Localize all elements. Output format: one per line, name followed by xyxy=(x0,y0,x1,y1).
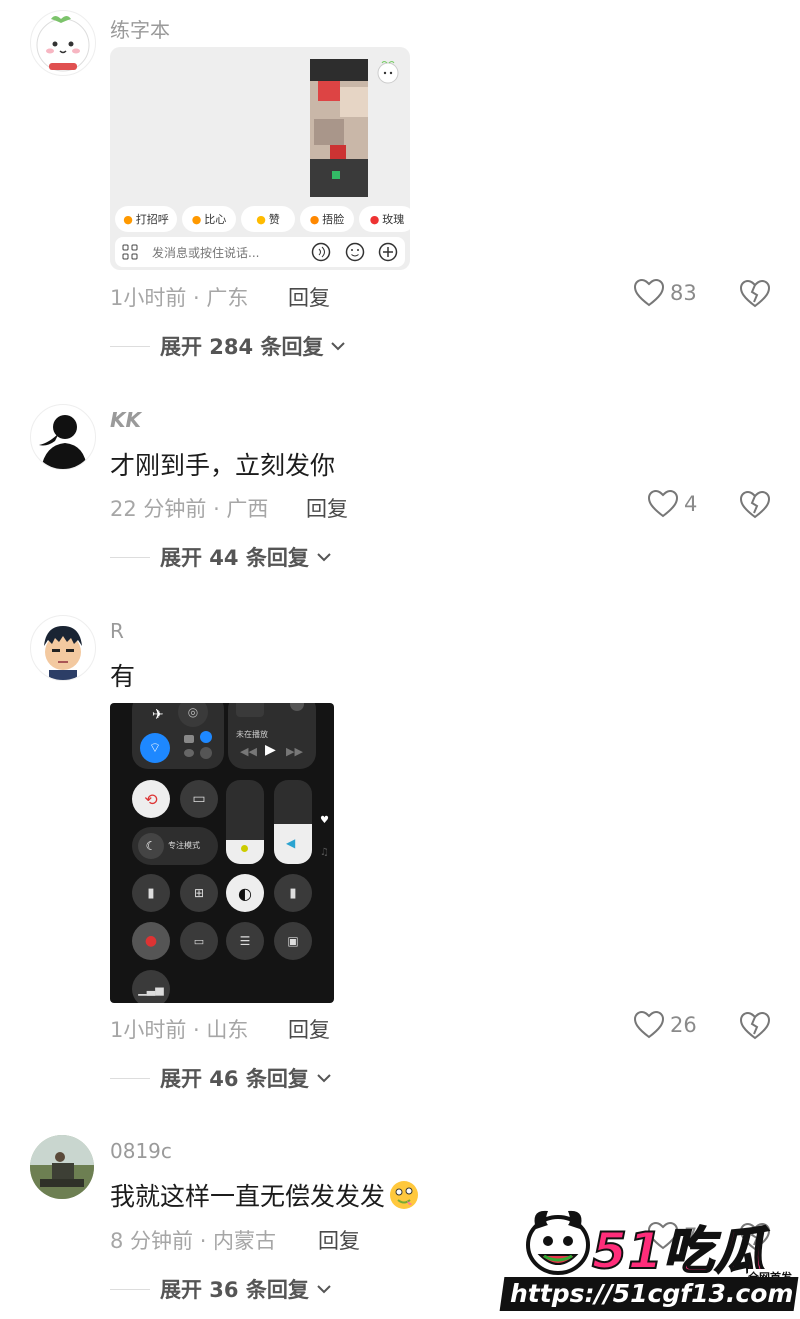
sticker-card[interactable]: ● 打招呼 ● 比心 ● 赞 ● 捂脸 ● 玫瑰 发消息或按住说话... xyxy=(110,47,410,270)
chevron-down-icon xyxy=(317,553,331,562)
plus-icon[interactable] xyxy=(378,242,398,266)
time-location: 8 分钟前 · 内蒙古 xyxy=(110,1229,277,1253)
chip-rose[interactable]: ● 玫瑰 xyxy=(359,206,410,232)
chevron-down-icon xyxy=(317,1074,331,1083)
heart-icon xyxy=(634,1011,664,1039)
username[interactable]: KK xyxy=(110,408,141,432)
torch-icon: ▮ xyxy=(274,874,312,912)
chip-heart[interactable]: ● 比心 xyxy=(182,206,236,232)
comment-text: 才刚到手，立刻发你 xyxy=(110,451,336,480)
emoji-icon[interactable] xyxy=(345,242,365,266)
reply-button[interactable]: 回复 xyxy=(318,1225,360,1255)
expand-replies-button[interactable]: 展开 44 条回复 xyxy=(110,542,333,572)
comment-text: 有 xyxy=(110,662,136,691)
pixelated-image xyxy=(310,59,368,197)
like-count: 4 xyxy=(684,492,698,516)
image-icon: ▣ xyxy=(274,922,312,960)
reply-button[interactable]: 回复 xyxy=(306,493,348,523)
heart-small-icon: ♥ xyxy=(320,815,329,826)
brightness-slider xyxy=(226,780,264,864)
chip-like[interactable]: ● 赞 xyxy=(241,206,295,232)
airplay-icon xyxy=(290,703,304,711)
voice-icon[interactable] xyxy=(311,242,331,266)
reply-button[interactable]: 回复 xyxy=(288,1014,330,1044)
time-location: 1小时前 · 山东 xyxy=(110,1018,249,1042)
chip-facepalm[interactable]: ● 捂脸 xyxy=(300,206,354,232)
expand-replies-button[interactable]: 展开 36 条回复 xyxy=(110,1274,333,1304)
expand-replies-button[interactable]: 展开 284 条回复 xyxy=(110,331,347,361)
signal-icon xyxy=(184,735,194,743)
like-button[interactable]: 83 xyxy=(634,279,697,307)
expand-replies-button[interactable]: 展开 46 条回复 xyxy=(110,1063,333,1093)
input-placeholder: 发消息或按住说话... xyxy=(152,246,260,260)
heart-icon xyxy=(634,279,664,307)
username[interactable]: 0819c xyxy=(110,1139,172,1163)
screen-mirror-icon: ▭ xyxy=(180,780,218,818)
play-icon: ▶ xyxy=(265,742,276,758)
focus-mode-label: 专注模式 xyxy=(168,841,200,850)
username[interactable]: R xyxy=(110,619,124,643)
volume-slider: ◀ xyxy=(274,780,312,864)
mascot-icon xyxy=(522,1205,594,1277)
like-count: 83 xyxy=(670,281,697,305)
chip-greet[interactable]: ● 打招呼 xyxy=(115,206,177,232)
broken-heart-icon[interactable] xyxy=(739,490,771,523)
comment-text: 我就这样一直无偿发发发 xyxy=(110,1182,386,1211)
now-playing-tile: 未在播放 ◀◀ ▶ ▶▶ xyxy=(228,703,316,769)
music-note-icon: ♫ xyxy=(320,847,329,858)
reply-button[interactable]: 回复 xyxy=(288,282,330,312)
watermark-url: https://51cgf13.com xyxy=(499,1277,799,1311)
airplane-icon: ✈ xyxy=(152,707,164,723)
hotspot-icon xyxy=(200,747,212,759)
chevron-down-icon xyxy=(331,342,346,351)
like-button[interactable]: 4 xyxy=(648,490,697,518)
chevron-down-icon xyxy=(317,1285,331,1294)
like-count: 26 xyxy=(670,1013,697,1037)
link-icon xyxy=(184,749,194,757)
like-button[interactable]: 26 xyxy=(634,1011,697,1039)
moon-icon: ☾ xyxy=(138,833,164,859)
connectivity-tile: ✈ ◎ ⌔ xyxy=(132,703,224,769)
avatar[interactable] xyxy=(30,404,96,470)
time-location: 22 分钟前 · 广西 xyxy=(110,497,269,521)
watermark: 51吃瓜 全网首发 https://51cgf13.com xyxy=(499,1205,799,1313)
airdrop-icon: ◎ xyxy=(178,703,208,727)
heart-icon xyxy=(648,490,678,518)
avatar[interactable] xyxy=(30,615,96,681)
avatar[interactable] xyxy=(30,1135,94,1199)
control-center-screenshot[interactable]: ✈ ◎ ⌔ 未在播放 ◀◀ ▶ ▶▶ ⟲ ▭ ◀ ♥ ♫ ☾ 专注模式 ▮ ⊞ … xyxy=(110,703,334,1003)
record-icon: ● xyxy=(132,922,170,960)
now-playing-label: 未在播放 xyxy=(236,730,268,739)
bluetooth-icon xyxy=(200,731,212,743)
cellular-icon: ▁▃▅ xyxy=(132,970,170,1003)
prev-icon: ◀◀ xyxy=(240,745,257,758)
username[interactable]: 练字本 xyxy=(110,14,170,43)
wifi-icon: ⌔ xyxy=(140,733,170,763)
focus-mode-tile: ☾ 专注模式 xyxy=(132,827,218,865)
broken-heart-icon[interactable] xyxy=(739,279,771,312)
logo-text: 51吃瓜 xyxy=(591,1221,766,1281)
qr-scan-icon: ⊞ xyxy=(180,874,218,912)
next-icon: ▶▶ xyxy=(286,745,303,758)
battery-icon: ▭ xyxy=(180,922,218,960)
scan-text-icon: ☰ xyxy=(226,922,264,960)
rotation-lock-icon: ⟲ xyxy=(132,780,170,818)
message-input[interactable]: 发消息或按住说话... xyxy=(115,237,405,267)
time-location: 1小时前 · 广东 xyxy=(110,286,249,310)
grid-icon[interactable] xyxy=(122,244,138,264)
drooling-emoji-icon xyxy=(390,1181,419,1209)
comment-text-row: 我就这样一直无偿发发发 xyxy=(110,1177,420,1213)
flashlight-icon: ▮ xyxy=(132,874,170,912)
avatar[interactable] xyxy=(30,10,96,76)
broken-heart-icon[interactable] xyxy=(739,1011,771,1044)
dark-mode-icon: ◐ xyxy=(226,874,264,912)
sticker-icon xyxy=(375,59,401,85)
sun-icon xyxy=(241,845,248,852)
speaker-icon: ◀ xyxy=(286,836,296,850)
